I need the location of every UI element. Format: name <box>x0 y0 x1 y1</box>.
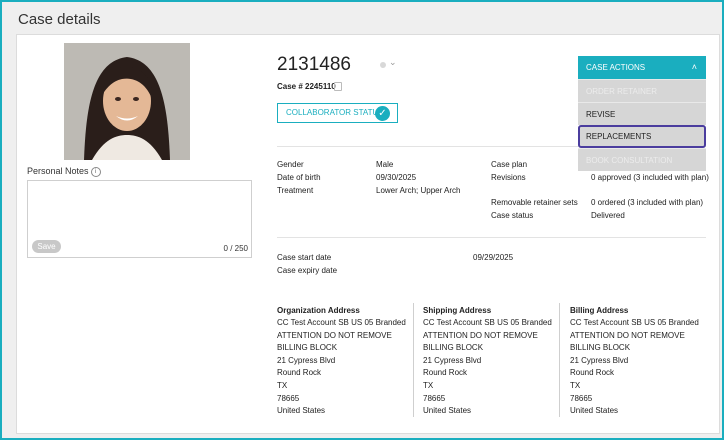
address-line: TX <box>423 380 434 390</box>
case-status-label: Case status <box>491 211 534 220</box>
address-line: ATTENTION DO NOT REMOVE <box>423 330 538 340</box>
address-line: BILLING BLOCK <box>570 343 631 353</box>
address-line: Round Rock <box>277 368 322 378</box>
address-line: TX <box>570 380 581 390</box>
case-card: Personal Notes i Save 0 / 250 2131486 ⌄ C… <box>16 34 720 434</box>
case-start-label: Case start date <box>277 253 332 262</box>
address-line: 78665 <box>277 393 300 403</box>
case-expiry-label: Case expiry date <box>277 266 338 275</box>
chevron-up-icon: ˄ <box>691 62 697 72</box>
address-line: 78665 <box>570 393 593 403</box>
patient-photo <box>64 43 190 160</box>
billing-address: Billing Address CC Test Account SB US 05… <box>570 305 710 416</box>
personal-notes-field[interactable]: Save 0 / 250 <box>27 180 252 258</box>
gender-label: Gender <box>277 160 304 169</box>
address-line: ATTENTION DO NOT REMOVE <box>570 330 685 340</box>
organization-address: Organization Address CC Test Account SB … <box>277 305 411 416</box>
address-title: Shipping Address <box>423 306 492 315</box>
address-line: BILLING BLOCK <box>423 343 484 353</box>
treatment-label: Treatment <box>277 186 314 195</box>
shipping-address: Shipping Address CC Test Account SB US 0… <box>423 305 557 416</box>
case-actions-button[interactable]: CASE ACTIONS ˄ <box>578 56 706 79</box>
address-line: BILLING BLOCK <box>277 343 338 353</box>
gender-value: Male <box>376 160 394 169</box>
collaborator-status-button[interactable]: COLLABORATOR STATUS ✓ <box>277 103 398 123</box>
page-title: Case details <box>18 11 101 28</box>
chevron-down-icon[interactable]: ⌄ <box>389 57 397 68</box>
dob-label: Date of birth <box>277 173 321 182</box>
case-plan-label: Case plan <box>491 160 528 169</box>
address-line: CC Test Account SB US 05 Branded <box>570 318 699 327</box>
address-line: Round Rock <box>423 368 468 378</box>
address-line: 21 Cypress Blvd <box>423 355 482 365</box>
copy-icon[interactable] <box>334 82 342 91</box>
case-number: Case # 2245110 <box>277 82 336 91</box>
address-line: 78665 <box>423 393 446 403</box>
info-icon[interactable]: i <box>90 166 101 177</box>
removable-retainer-label: Removable retainer sets <box>491 198 578 207</box>
revisions-label: Revisions <box>491 173 526 182</box>
status-dot-icon[interactable] <box>380 62 386 68</box>
save-button[interactable]: Save <box>32 240 61 253</box>
address-line: Round Rock <box>570 368 615 378</box>
address-title: Billing Address <box>570 306 629 315</box>
menu-item-revise[interactable]: REVISE <box>578 102 706 125</box>
divider <box>277 237 706 238</box>
address-line: 21 Cypress Blvd <box>277 355 336 365</box>
divider <box>413 303 414 417</box>
address-line: ATTENTION DO NOT REMOVE <box>277 330 392 340</box>
dob-value: 09/30/2025 <box>376 173 417 182</box>
revisions-value: 0 approved (3 included with plan) <box>591 173 709 182</box>
case-start-value: 09/29/2025 <box>473 253 514 262</box>
address-line: 21 Cypress Blvd <box>570 355 629 365</box>
address-title: Organization Address <box>277 306 360 315</box>
address-line: United States <box>423 406 472 416</box>
address-line: United States <box>570 406 619 416</box>
removable-retainer-value: 0 ordered (3 included with plan) <box>591 198 704 207</box>
patient-id: 2131486 <box>277 54 351 75</box>
address-line: TX <box>277 380 288 390</box>
case-actions-menu: CASE ACTIONS ˄ ORDER RETAINER REVISE REP… <box>578 56 706 171</box>
case-status-value: Delivered <box>591 211 625 220</box>
notes-char-counter: 0 / 250 <box>223 244 248 253</box>
treatment-value: Lower Arch; Upper Arch <box>376 186 461 195</box>
personal-notes-label: Personal Notes i <box>27 166 101 177</box>
address-line: CC Test Account SB US 05 Branded <box>423 318 552 327</box>
check-circle-icon: ✓ <box>375 106 390 121</box>
divider <box>559 303 560 417</box>
address-line: CC Test Account SB US 05 Branded <box>277 318 406 327</box>
menu-item-order-retainer: ORDER RETAINER <box>578 79 706 102</box>
address-line: United States <box>277 406 326 416</box>
menu-item-book-consultation: BOOK CONSULTATION <box>578 148 706 171</box>
case-details-window: Case details Personal Notes i Save 0 / 25… <box>0 0 724 440</box>
menu-item-replacements[interactable]: REPLACEMENTS <box>578 125 706 148</box>
